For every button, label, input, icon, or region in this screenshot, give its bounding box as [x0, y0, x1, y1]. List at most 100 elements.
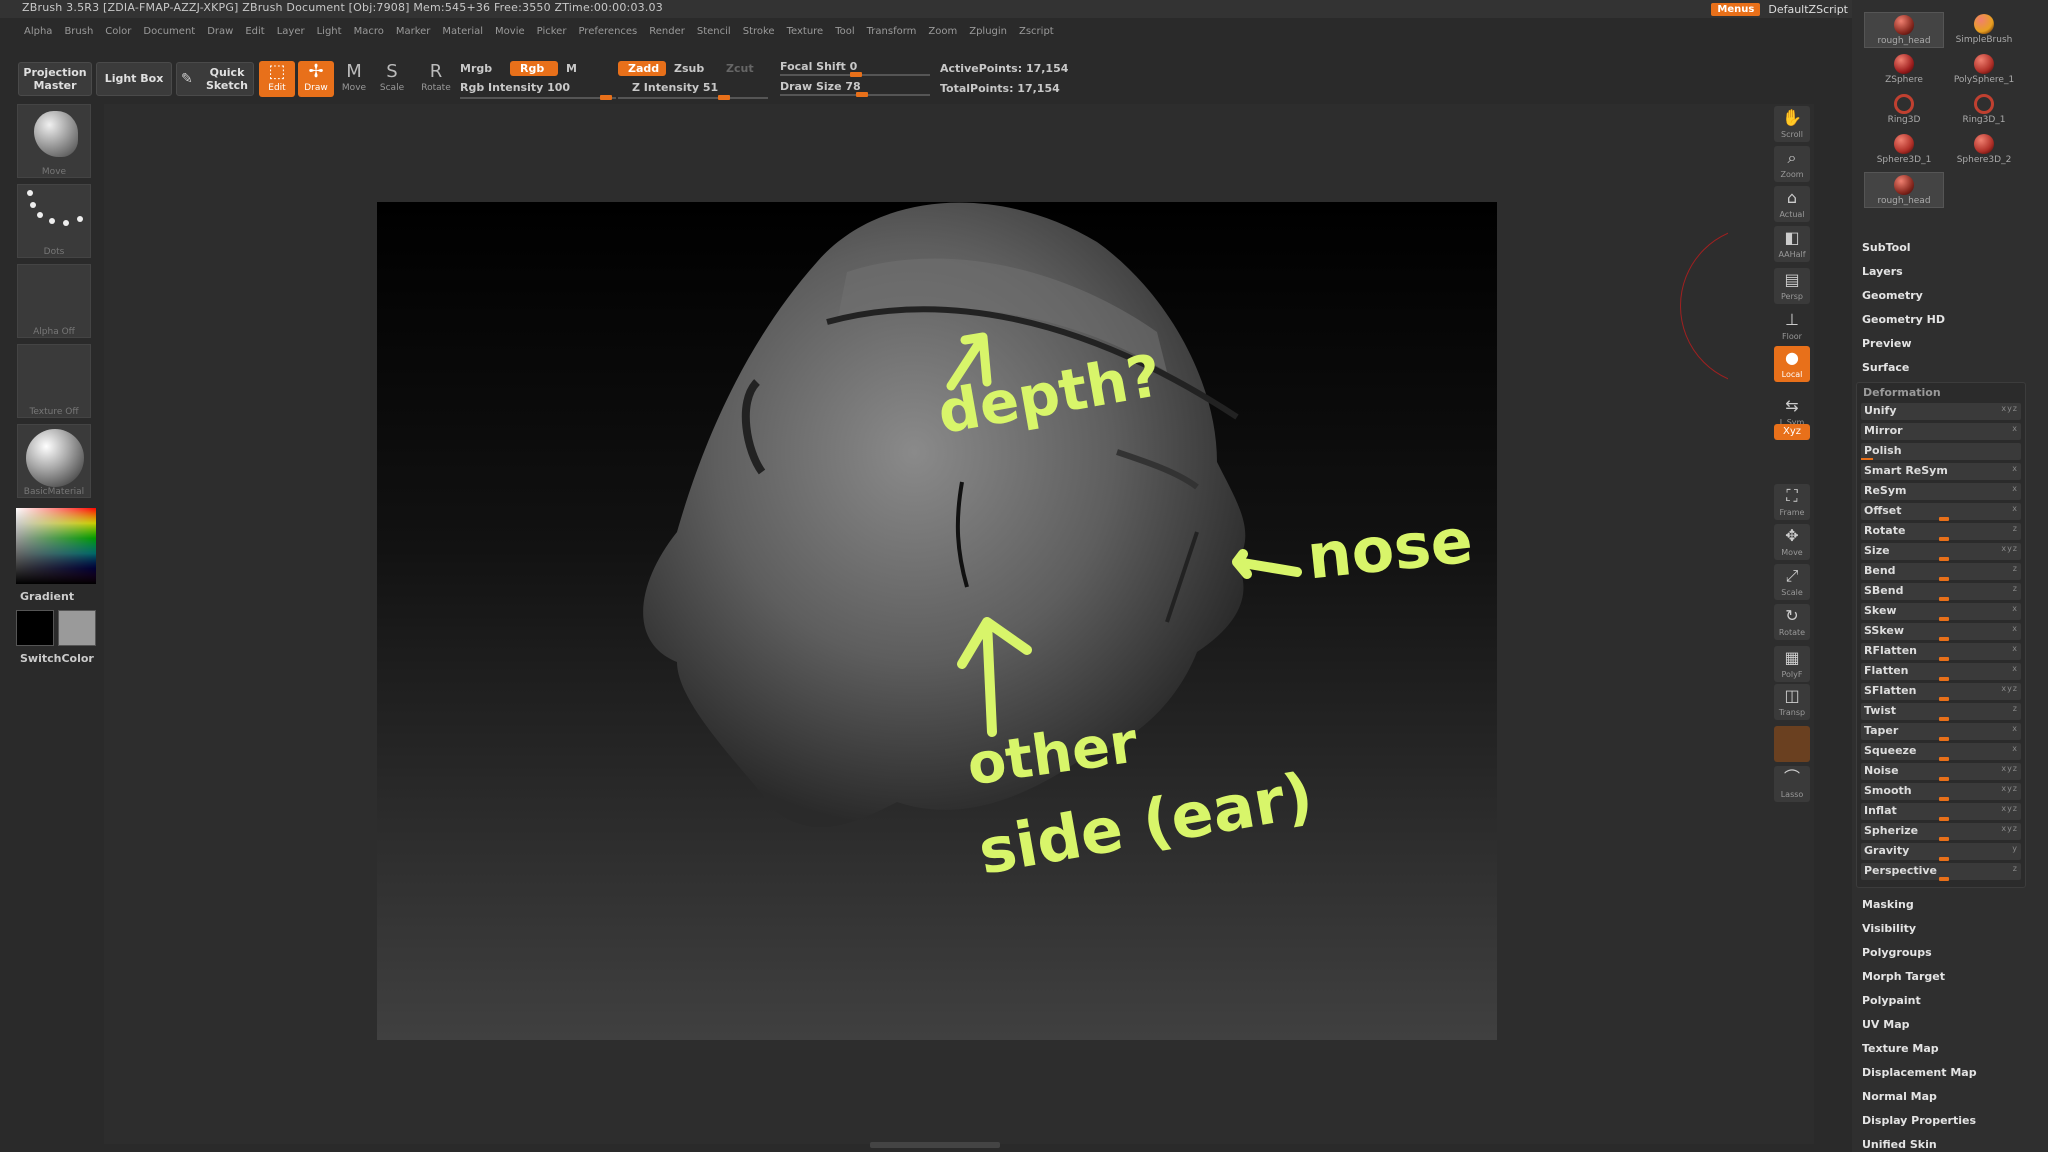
deform-polish[interactable]: Polish — [1861, 443, 2021, 460]
deform-squeeze[interactable]: Squeeze x — [1861, 743, 2021, 761]
dock-material-swatch[interactable] — [1774, 726, 1810, 762]
axis-toggle[interactable]: x — [2012, 604, 2018, 613]
palette-normal-map[interactable]: Normal Map — [1862, 1090, 1937, 1103]
axis-toggle[interactable]: xyz — [2001, 824, 2018, 833]
menu-layer[interactable]: Layer — [271, 26, 311, 37]
menus-button[interactable]: Menus — [1711, 2, 1761, 16]
material-selector[interactable]: BasicMaterial — [17, 424, 91, 498]
rotate-button[interactable]: R Rotate — [418, 61, 454, 97]
axis-toggle[interactable]: x — [2012, 504, 2018, 513]
axis-toggle[interactable]: z — [2013, 864, 2018, 873]
deform-inflat[interactable]: Inflat xyz — [1861, 803, 2021, 821]
subtool-thumb[interactable]: SimpleBrush — [1944, 12, 2024, 48]
axis-toggle[interactable]: z — [2013, 704, 2018, 713]
default-zscript-label[interactable]: DefaultZScript — [1764, 3, 1852, 16]
palette-texture-map[interactable]: Texture Map — [1862, 1042, 1939, 1055]
dock-frame-button[interactable]: ⛶ Frame — [1774, 484, 1810, 520]
palette-display-properties[interactable]: Display Properties — [1862, 1114, 1976, 1127]
palette-morph-target[interactable]: Morph Target — [1862, 970, 1945, 983]
menu-draw[interactable]: Draw — [201, 26, 239, 37]
quick-sketch-button[interactable]: ✎ Quick Sketch — [176, 62, 254, 96]
axis-toggle[interactable]: xyz — [2001, 544, 2018, 553]
dock-zoom-button[interactable]: ⌕ Zoom — [1774, 146, 1810, 182]
menu-macro[interactable]: Macro — [348, 26, 390, 37]
axis-toggle[interactable]: x — [2012, 484, 2018, 493]
slider-knob[interactable] — [600, 95, 612, 100]
dock-xyz-button[interactable]: Xyz — [1774, 424, 1810, 440]
axis-toggle[interactable]: xyz — [2001, 784, 2018, 793]
dock-floor-button[interactable]: ⊥ Floor — [1774, 308, 1810, 344]
palette-unified-skin[interactable]: Unified Skin — [1862, 1138, 1937, 1151]
menu-tool[interactable]: Tool — [829, 26, 860, 37]
axis-toggle[interactable]: y — [2012, 844, 2018, 853]
deform-smart-resym[interactable]: Smart ReSym x — [1861, 463, 2021, 480]
slider-knob[interactable] — [1939, 837, 1949, 841]
draw-button[interactable]: ✢ Draw — [298, 61, 334, 97]
stroke-selector[interactable]: Dots — [17, 184, 91, 258]
menu-alpha[interactable]: Alpha — [18, 26, 58, 37]
dock-persp-button[interactable]: ▤ Persp — [1774, 268, 1810, 304]
deformation-title[interactable]: Deformation — [1863, 386, 1941, 399]
slider-knob[interactable] — [1939, 517, 1949, 521]
subtool-thumb[interactable]: rough_head — [1864, 12, 1944, 48]
axis-toggle[interactable]: x — [2012, 624, 2018, 633]
menu-color[interactable]: Color — [99, 26, 137, 37]
slider-knob[interactable] — [856, 92, 868, 97]
palette-geometry[interactable]: Geometry — [1862, 289, 1923, 302]
deform-skew[interactable]: Skew x — [1861, 603, 2021, 621]
palette-polypaint[interactable]: Polypaint — [1862, 994, 1921, 1007]
z-intensity-slider[interactable] — [618, 95, 768, 100]
slider-knob[interactable] — [1939, 657, 1949, 661]
axis-toggle[interactable]: x — [2012, 724, 2018, 733]
axis-toggle[interactable]: z — [2013, 524, 2018, 533]
palette-preview[interactable]: Preview — [1862, 337, 1912, 350]
deform-offset[interactable]: Offset x — [1861, 503, 2021, 521]
menu-edit[interactable]: Edit — [239, 26, 270, 37]
dock-aahalf-button[interactable]: ◧ AAHalf — [1774, 226, 1810, 262]
slider-knob[interactable] — [1939, 697, 1949, 701]
rgb-toggle[interactable]: Rgb — [510, 61, 558, 76]
deform-smooth[interactable]: Smooth xyz — [1861, 783, 2021, 801]
axis-toggle[interactable]: z — [2013, 584, 2018, 593]
deform-twist[interactable]: Twist z — [1861, 703, 2021, 721]
axis-toggle[interactable]: x — [2012, 644, 2018, 653]
menu-material[interactable]: Material — [436, 26, 489, 37]
axis-toggle[interactable]: x — [2012, 424, 2018, 433]
subtool-thumb[interactable]: rough_head — [1864, 172, 1944, 208]
deform-rflatten[interactable]: RFlatten x — [1861, 643, 2021, 661]
axis-toggle[interactable]: xyz — [2001, 764, 2018, 773]
move-button[interactable]: M Move — [336, 61, 372, 97]
deform-unify[interactable]: Unify xyz — [1861, 403, 2021, 420]
subtool-thumb[interactable]: Ring3D_1 — [1944, 92, 2024, 128]
zsub-toggle[interactable]: Zsub — [674, 62, 704, 75]
secondary-color-swatch[interactable] — [58, 610, 96, 646]
dock-move-button[interactable]: ✥ Move — [1774, 524, 1810, 560]
palette-displacement-map[interactable]: Displacement Map — [1862, 1066, 1977, 1079]
palette-geometry-hd[interactable]: Geometry HD — [1862, 313, 1945, 326]
axis-toggle[interactable]: x — [2012, 664, 2018, 673]
deform-sbend[interactable]: SBend z — [1861, 583, 2021, 601]
axis-toggle[interactable]: x — [2012, 464, 2018, 473]
palette-uv-map[interactable]: UV Map — [1862, 1018, 1910, 1031]
dock-polyf-button[interactable]: ▦ PolyF — [1774, 646, 1810, 682]
axis-toggle[interactable]: z — [2013, 564, 2018, 573]
menu-stencil[interactable]: Stencil — [691, 26, 737, 37]
menu-zplugin[interactable]: Zplugin — [963, 26, 1013, 37]
menu-zoom[interactable]: Zoom — [922, 26, 963, 37]
deform-flatten[interactable]: Flatten x — [1861, 663, 2021, 681]
menu-marker[interactable]: Marker — [390, 26, 437, 37]
menu-light[interactable]: Light — [311, 26, 348, 37]
deform-perspective[interactable]: Perspective z — [1861, 863, 2021, 881]
slider-knob[interactable] — [1939, 777, 1949, 781]
draw-size-slider[interactable] — [780, 92, 930, 97]
focal-shift-slider[interactable] — [780, 72, 930, 77]
slider-knob[interactable] — [1939, 817, 1949, 821]
texture-selector[interactable]: Texture Off — [17, 344, 91, 418]
scale-button[interactable]: S Scale — [374, 61, 410, 97]
menu-texture[interactable]: Texture — [781, 26, 830, 37]
dock-transp-button[interactable]: ◫ Transp — [1774, 684, 1810, 720]
slider-knob[interactable] — [1939, 617, 1949, 621]
deform-size[interactable]: Size xyz — [1861, 543, 2021, 561]
slider-knob[interactable] — [1939, 597, 1949, 601]
head-model[interactable] — [377, 202, 1497, 1040]
